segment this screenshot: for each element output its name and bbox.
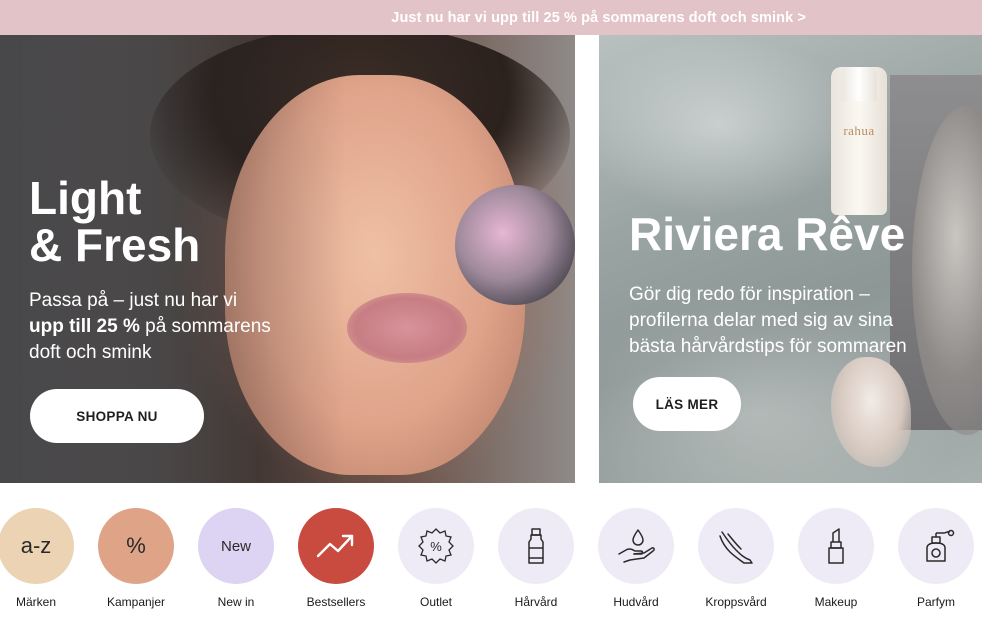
- product-brand-label: rahua: [843, 123, 875, 138]
- bottle-icon: [498, 508, 574, 584]
- category-skincare[interactable]: Hudvård: [586, 508, 686, 609]
- leg-icon: [698, 508, 774, 584]
- category-nav: a-z Märken % Kampanjer New New in Bestse…: [0, 508, 982, 626]
- category-campaigns[interactable]: % Kampanjer: [86, 508, 186, 609]
- svg-text:%: %: [430, 539, 442, 554]
- hero-light-fresh[interactable]: Light & Fresh Passa på – just nu har vi …: [0, 35, 575, 483]
- hand-drop-icon: [598, 508, 674, 584]
- a-z-icon: a-z: [0, 508, 74, 584]
- hero-riviera-reve[interactable]: rahua Riviera Rêve Gör dig redo för insp…: [599, 35, 982, 483]
- percent-icon: %: [98, 508, 174, 584]
- promo-link[interactable]: Just nu har vi upp till 25 % på sommaren…: [391, 10, 806, 26]
- category-perfume[interactable]: Parfym: [886, 508, 982, 609]
- lipstick-icon: [798, 508, 874, 584]
- perfume-bottle-icon: [898, 508, 974, 584]
- new-icon: New: [198, 508, 274, 584]
- hero-title: Riviera Rêve: [629, 208, 906, 260]
- promo-banner: Just nu har vi upp till 25 % på sommaren…: [0, 0, 982, 35]
- hero-title: Light & Fresh: [29, 172, 201, 271]
- category-bestsellers[interactable]: Bestsellers: [286, 508, 386, 609]
- category-makeup[interactable]: Makeup: [786, 508, 886, 609]
- category-outlet[interactable]: % Outlet: [386, 508, 486, 609]
- shop-now-button[interactable]: SHOPPA NU: [30, 389, 204, 443]
- category-brands[interactable]: a-z Märken: [0, 508, 86, 609]
- category-haircare[interactable]: Hårvård: [486, 508, 586, 609]
- hero-description: Gör dig redo för inspiration – profilern…: [629, 284, 907, 357]
- read-more-button[interactable]: LÄS MER: [633, 377, 741, 431]
- category-new-in[interactable]: New New in: [186, 508, 286, 609]
- category-bodycare[interactable]: Kroppsvård: [686, 508, 786, 609]
- outlet-percent-badge-icon: %: [398, 508, 474, 584]
- hero-description: Passa på – just nu har vi upp till 25 % …: [29, 290, 271, 363]
- trending-up-icon: [298, 508, 374, 584]
